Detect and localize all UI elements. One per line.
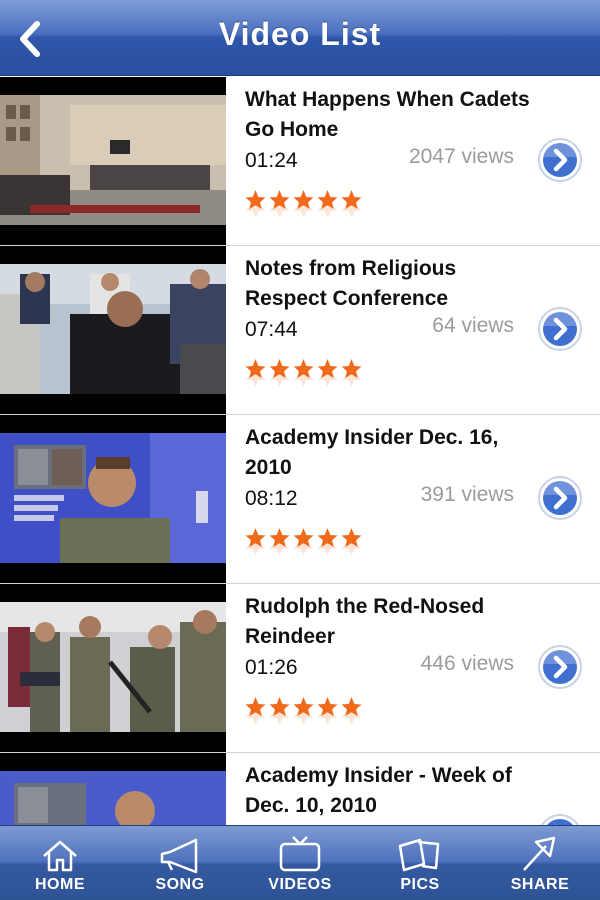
tab-label: PICS (400, 876, 440, 893)
star-rating (245, 696, 362, 726)
page-title: Video List (218, 16, 382, 52)
star-icon (245, 528, 266, 556)
detail-disclosure-button[interactable] (537, 306, 583, 352)
star-icon (341, 190, 362, 218)
tab-home[interactable]: HOME (0, 826, 120, 900)
star-icon (245, 697, 266, 725)
list-item[interactable]: Academy Insider Dec. 16, 2010 08:12 391 … (0, 415, 600, 584)
star-icon (293, 697, 314, 725)
star-icon (317, 359, 338, 387)
photos-icon (398, 838, 440, 872)
star-icon (317, 697, 338, 725)
detail-disclosure-button[interactable] (537, 813, 583, 825)
video-duration: 08:12 (245, 487, 298, 510)
star-icon (245, 359, 266, 387)
detail-disclosure-button[interactable] (537, 644, 583, 690)
list-item[interactable]: Academy Insider - Week of Dec. 10, 2010 (0, 753, 600, 825)
tab-label: SHARE (510, 876, 570, 893)
tab-videos[interactable]: VIDEOS (240, 826, 360, 900)
tab-bar: HOME SONG VIDEOS PICS SHARE (0, 825, 600, 900)
video-title: Rudolph the Red-Nosed Reindeer (245, 595, 485, 648)
tab-label: VIDEOS (268, 876, 332, 893)
star-icon (269, 359, 290, 387)
star-icon (293, 359, 314, 387)
list-item[interactable]: Notes from Religious Respect Conference … (0, 246, 600, 415)
megaphone-icon (160, 838, 198, 874)
video-title: Academy Insider - Week of Dec. 10, 2010 (245, 764, 512, 817)
video-title: Academy Insider Dec. 16, 2010 (245, 426, 499, 479)
video-title: Notes from Religious Respect Conference (245, 257, 457, 310)
nav-header: Video List (0, 0, 600, 76)
video-thumbnail[interactable] (0, 246, 226, 414)
star-rating (245, 358, 362, 388)
video-duration: 01:26 (245, 656, 298, 679)
star-icon (341, 359, 362, 387)
share-arrow-icon (523, 836, 556, 871)
detail-disclosure-button[interactable] (537, 137, 583, 183)
star-icon (341, 697, 362, 725)
star-icon (317, 528, 338, 556)
tab-pics[interactable]: PICS (360, 826, 480, 900)
home-icon (43, 840, 77, 872)
star-icon (317, 190, 338, 218)
tab-share[interactable]: SHARE (480, 826, 600, 900)
detail-disclosure-button[interactable] (537, 475, 583, 521)
star-icon (269, 190, 290, 218)
list-item[interactable]: What Happens When Cadets Go Home 01:24 2… (0, 77, 600, 246)
video-duration: 07:44 (245, 318, 298, 341)
star-icon (245, 190, 266, 218)
video-thumbnail[interactable] (0, 753, 226, 825)
video-thumbnail[interactable] (0, 415, 226, 583)
list-item[interactable]: Rudolph the Red-Nosed Reindeer 01:26 446… (0, 584, 600, 753)
video-list[interactable]: What Happens When Cadets Go Home 01:24 2… (0, 77, 600, 825)
tv-icon (279, 836, 321, 872)
video-views: 64 views (432, 314, 514, 337)
tab-label: HOME (35, 876, 85, 893)
video-duration: 01:24 (245, 149, 298, 172)
video-thumbnail[interactable] (0, 77, 226, 245)
video-views: 446 views (420, 652, 514, 675)
tab-label: SONG (155, 876, 205, 893)
star-icon (269, 528, 290, 556)
video-views: 391 views (420, 483, 514, 506)
video-title: What Happens When Cadets Go Home (245, 88, 530, 141)
star-icon (341, 528, 362, 556)
video-thumbnail[interactable] (0, 584, 226, 752)
video-views: 2047 views (408, 145, 514, 168)
star-icon (269, 697, 290, 725)
star-rating (245, 189, 362, 219)
tab-song[interactable]: SONG (120, 826, 240, 900)
star-rating (245, 527, 362, 557)
star-icon (293, 190, 314, 218)
star-icon (293, 528, 314, 556)
